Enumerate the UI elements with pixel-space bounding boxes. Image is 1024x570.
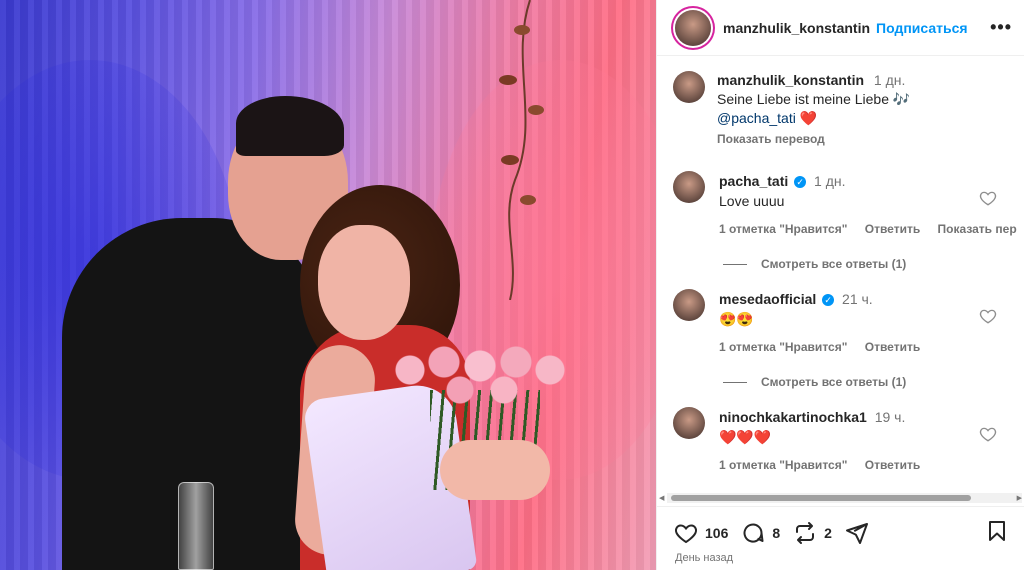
more-options-icon[interactable]: ••• <box>990 17 1012 38</box>
commenter-avatar[interactable] <box>673 407 705 439</box>
post-photo[interactable] <box>0 0 656 570</box>
pink-roses <box>380 330 580 410</box>
heart-icon <box>675 523 697 543</box>
like-comment-icon[interactable] <box>979 425 997 443</box>
comment-button[interactable]: 8 <box>740 521 780 545</box>
view-replies-label: Смотреть все ответы (1) <box>761 257 907 271</box>
repost-button[interactable]: 2 <box>792 521 832 545</box>
like-comment-icon[interactable] <box>979 189 997 207</box>
comments-count: 8 <box>772 524 781 541</box>
translate-button[interactable]: Показать пер <box>938 222 1017 236</box>
reply-button[interactable]: Ответить <box>865 222 920 236</box>
scroll-left-icon[interactable]: ◀ <box>659 494 664 502</box>
author-avatar[interactable] <box>675 9 711 46</box>
verified-badge-icon: ✓ <box>794 176 807 188</box>
reposts-count: 2 <box>824 524 832 541</box>
heart-emoji: ❤️ <box>799 110 818 126</box>
likes-count: 106 <box>705 524 729 541</box>
commenter-avatar[interactable] <box>673 171 705 203</box>
author-username[interactable]: manzhulik_konstantin <box>723 20 870 36</box>
caption-avatar[interactable] <box>673 71 705 103</box>
hand <box>440 440 550 500</box>
ivy-decoration <box>499 0 544 300</box>
comment-likes[interactable]: 1 отметка "Нравится" <box>719 340 847 354</box>
commenter-username[interactable]: pacha_tati <box>719 173 788 189</box>
comment-text: ❤️❤️❤️ <box>719 429 772 445</box>
woman-face <box>318 225 410 340</box>
post-date[interactable]: День назад <box>657 546 1024 564</box>
share-icon <box>845 522 868 544</box>
reply-button[interactable]: Ответить <box>865 458 920 472</box>
comment-item: ninochkakartinochka1 19 ч. ❤️❤️❤️ 1 отме… <box>657 407 1024 475</box>
action-bar: 106 8 2 День назад <box>657 506 1024 570</box>
comment-likes[interactable]: 1 отметка "Нравится" <box>719 458 847 472</box>
divider-line <box>723 381 747 383</box>
commenter-username[interactable]: ninochkakartinochka1 <box>719 409 867 425</box>
caption-username[interactable]: manzhulik_konstantin <box>717 72 864 88</box>
post-header: manzhulik_konstantin Подписаться ••• <box>657 0 1024 56</box>
follow-button[interactable]: Подписаться <box>876 20 968 36</box>
verified-badge-icon: ✓ <box>822 294 835 306</box>
post-side-panel: manzhulik_konstantin Подписаться ••• man… <box>656 0 1024 570</box>
like-button[interactable]: 106 <box>673 521 728 545</box>
like-comment-icon[interactable] <box>979 307 997 325</box>
champagne-glass <box>178 482 214 570</box>
caption: manzhulik_konstantin 1 дн. Seine Liebe i… <box>657 57 1024 149</box>
comment-icon <box>743 523 764 542</box>
comment-text: 😍😍 <box>719 311 754 327</box>
view-replies-button[interactable]: Смотреть все ответы (1) <box>723 257 1024 271</box>
view-replies-label: Смотреть все ответы (1) <box>761 375 907 389</box>
comment-likes[interactable]: 1 отметка "Нравится" <box>719 222 847 236</box>
scroll-right-icon[interactable]: ▶ <box>1017 494 1022 502</box>
view-replies-button[interactable]: Смотреть все ответы (1) <box>723 375 1024 389</box>
divider-line <box>723 263 747 265</box>
comment-item: mesedaofficial ✓ 21 ч. 😍😍 1 отметка "Нра… <box>657 289 1024 357</box>
repost-icon <box>796 521 815 544</box>
reply-button[interactable]: Ответить <box>865 340 920 354</box>
scrollbar-thumb[interactable] <box>671 495 971 501</box>
show-translation-link[interactable]: Показать перевод <box>717 130 910 149</box>
save-button[interactable] <box>985 519 1009 546</box>
caption-text: Seine Liebe ist meine Liebe <box>717 91 890 107</box>
caption-time: 1 дн. <box>873 72 906 88</box>
caption-mention[interactable]: @pacha_tati <box>717 110 796 126</box>
comment-item: pacha_tati ✓ 1 дн. Love uuuu 1 отметка "… <box>657 171 1024 239</box>
commenter-username[interactable]: mesedaofficial <box>719 291 816 307</box>
music-emoji: 🎶 <box>892 91 911 107</box>
bookmark-icon <box>989 521 1005 541</box>
comment-time: 19 ч. <box>874 409 906 425</box>
horizontal-scrollbar[interactable]: ◀ ▶ <box>659 493 1022 503</box>
commenter-avatar[interactable] <box>673 289 705 321</box>
share-button[interactable] <box>844 521 876 545</box>
comment-time: 21 ч. <box>842 291 873 307</box>
comment-time: 1 дн. <box>814 173 846 189</box>
comments-list[interactable]: manzhulik_konstantin 1 дн. Seine Liebe i… <box>657 57 1024 497</box>
